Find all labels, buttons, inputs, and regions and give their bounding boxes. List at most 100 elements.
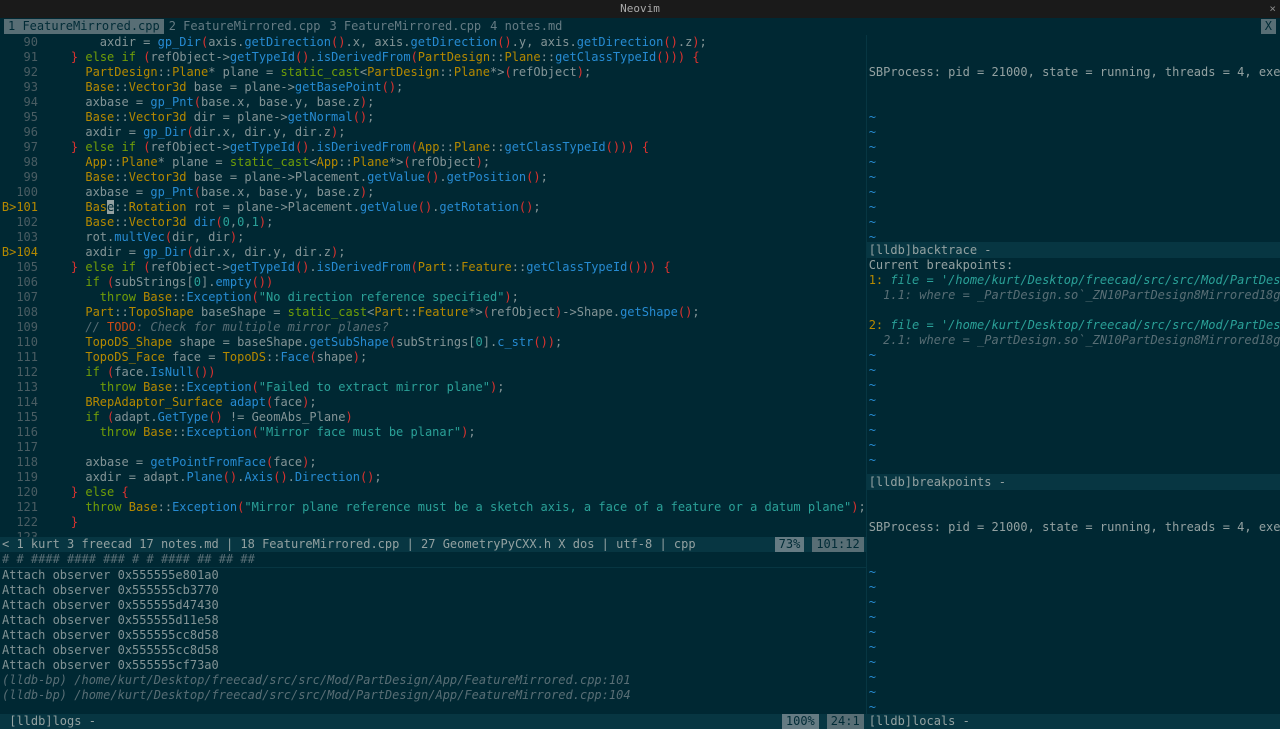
line-number[interactable]: 93 bbox=[0, 80, 42, 95]
line-number[interactable]: 114 bbox=[0, 395, 42, 410]
code-line[interactable]: 118 axbase = getPointFromFace(face); bbox=[0, 455, 866, 470]
breakpoint-gutter[interactable]: B>104 bbox=[0, 245, 42, 260]
code-line[interactable]: 95 Base::Vector3d dir = plane->getNormal… bbox=[0, 110, 866, 125]
code-line[interactable]: 106 if (subStrings[0].empty()) bbox=[0, 275, 866, 290]
code-line[interactable]: 93 Base::Vector3d base = plane->getBaseP… bbox=[0, 80, 866, 95]
line-number[interactable]: 117 bbox=[0, 440, 42, 455]
code-line[interactable]: 119 axdir = adapt.Plane().Axis().Directi… bbox=[0, 470, 866, 485]
code-text: axbase = gp_Pnt(base.x, base.y, base.z); bbox=[42, 185, 866, 200]
code-line[interactable]: 105 } else if (refObject->getTypeId().is… bbox=[0, 260, 866, 275]
empty-line-tilde: ~ bbox=[869, 423, 1280, 438]
empty-line-tilde: ~ bbox=[869, 363, 1280, 378]
code-line[interactable]: 96 axdir = gp_Dir(dir.x, dir.y, dir.z); bbox=[0, 125, 866, 140]
code-line[interactable]: 111 TopoDS_Face face = TopoDS::Face(shap… bbox=[0, 350, 866, 365]
log-pane[interactable]: Attach observer 0x555555e801a0Attach obs… bbox=[0, 567, 866, 729]
log-line: Attach observer 0x555555cc8d58 bbox=[2, 628, 864, 643]
line-number[interactable]: 112 bbox=[0, 365, 42, 380]
code-line[interactable]: 123 bbox=[0, 530, 866, 537]
line-number[interactable]: 105 bbox=[0, 260, 42, 275]
line-number[interactable]: 110 bbox=[0, 335, 42, 350]
line-number[interactable]: 121 bbox=[0, 500, 42, 515]
code-line[interactable]: B>104 axdir = gp_Dir(dir.x, dir.y, dir.z… bbox=[0, 245, 866, 260]
line-number[interactable]: 95 bbox=[0, 110, 42, 125]
code-line[interactable]: 109 // TODO: Check for multiple mirror p… bbox=[0, 320, 866, 335]
code-line[interactable]: 115 if (adapt.GetType() != GeomAbs_Plane… bbox=[0, 410, 866, 425]
code-text: TopoDS_Face face = TopoDS::Face(shape); bbox=[42, 350, 866, 365]
code-line[interactable]: 97 } else if (refObject->getTypeId().isD… bbox=[0, 140, 866, 155]
line-number[interactable]: 113 bbox=[0, 380, 42, 395]
line-number[interactable]: 92 bbox=[0, 65, 42, 80]
line-number[interactable]: 118 bbox=[0, 455, 42, 470]
empty-line-tilde: ~ bbox=[869, 200, 1280, 215]
line-number[interactable]: 99 bbox=[0, 170, 42, 185]
tab[interactable]: 1 FeatureMirrored.cpp bbox=[4, 19, 164, 34]
empty-line-tilde: ~ bbox=[869, 595, 1280, 610]
code-line[interactable]: 90 axdir = gp_Dir(axis.getDirection().x,… bbox=[0, 35, 866, 50]
code-line[interactable]: 121 throw Base::Exception("Mirror plane … bbox=[0, 500, 866, 515]
locals-pane[interactable]: SBProcess: pid = 21000, state = running,… bbox=[867, 490, 1280, 714]
code-line[interactable]: 94 axbase = gp_Pnt(base.x, base.y, base.… bbox=[0, 95, 866, 110]
line-number[interactable]: 98 bbox=[0, 155, 42, 170]
code-line[interactable]: 92 PartDesign::Plane* plane = static_cas… bbox=[0, 65, 866, 80]
code-line[interactable]: 112 if (face.IsNull()) bbox=[0, 365, 866, 380]
code-line[interactable]: 99 Base::Vector3d base = plane->Placemen… bbox=[0, 170, 866, 185]
process-info-2: SBProcess: pid = 21000, state = running,… bbox=[869, 520, 1280, 535]
code-line[interactable]: 100 axbase = gp_Pnt(base.x, base.y, base… bbox=[0, 185, 866, 200]
code-editor[interactable]: 90 axdir = gp_Dir(axis.getDirection().x,… bbox=[0, 35, 866, 537]
breakpoint-entry[interactable]: 1: file = '/home/kurt/Desktop/freecad/sr… bbox=[869, 273, 1280, 288]
code-line[interactable]: 91 } else if (refObject->getTypeId().isD… bbox=[0, 50, 866, 65]
empty-line-tilde: ~ bbox=[869, 185, 1280, 200]
empty-line-tilde: ~ bbox=[869, 140, 1280, 155]
code-line[interactable]: 103 rot.multVec(dir, dir); bbox=[0, 230, 866, 245]
tab[interactable]: 2 FeatureMirrored.cpp bbox=[165, 19, 325, 34]
statusline-editor: < 1 kurt 3 freecad 17 notes.md | 18 Feat… bbox=[0, 537, 866, 552]
statusline-left: < 1 kurt 3 freecad 17 notes.md | 18 Feat… bbox=[2, 537, 696, 552]
line-number[interactable]: 102 bbox=[0, 215, 42, 230]
code-line[interactable]: 113 throw Base::Exception("Failed to ext… bbox=[0, 380, 866, 395]
breakpoints-pane[interactable]: Current breakpoints:1: file = '/home/kur… bbox=[867, 258, 1280, 475]
line-number[interactable]: 122 bbox=[0, 515, 42, 530]
line-number[interactable]: 108 bbox=[0, 305, 42, 320]
code-text: } else if (refObject->getTypeId().isDeri… bbox=[42, 140, 866, 155]
code-line[interactable]: 116 throw Base::Exception("Mirror face m… bbox=[0, 425, 866, 440]
code-line[interactable]: 110 TopoDS_Shape shape = baseShape.getSu… bbox=[0, 335, 866, 350]
tab[interactable]: 3 FeatureMirrored.cpp bbox=[325, 19, 485, 34]
line-number[interactable]: 107 bbox=[0, 290, 42, 305]
empty-line-tilde: ~ bbox=[869, 438, 1280, 453]
code-line[interactable]: 120 } else { bbox=[0, 485, 866, 500]
line-number[interactable]: 111 bbox=[0, 350, 42, 365]
line-number[interactable]: 115 bbox=[0, 410, 42, 425]
breakpoint-gutter[interactable]: B>101 bbox=[0, 200, 42, 215]
code-text: axbase = gp_Pnt(base.x, base.y, base.z); bbox=[42, 95, 866, 110]
code-line[interactable]: 122 } bbox=[0, 515, 866, 530]
close-icon[interactable]: × bbox=[1269, 2, 1276, 16]
code-line[interactable]: 114 BRepAdaptor_Surface adapt(face); bbox=[0, 395, 866, 410]
code-line[interactable]: 117 bbox=[0, 440, 866, 455]
line-number[interactable]: 120 bbox=[0, 485, 42, 500]
line-number[interactable]: 96 bbox=[0, 125, 42, 140]
log-line: (lldb-bp) /home/kurt/Desktop/freecad/src… bbox=[2, 673, 864, 688]
line-number[interactable]: 116 bbox=[0, 425, 42, 440]
line-number[interactable]: 100 bbox=[0, 185, 42, 200]
line-number[interactable]: 123 bbox=[0, 530, 42, 537]
code-line[interactable]: B>101 Base::Rotation rot = plane->Placem… bbox=[0, 200, 866, 215]
backtrace-pane[interactable]: SBProcess: pid = 21000, state = running,… bbox=[867, 35, 1280, 243]
line-number[interactable]: 91 bbox=[0, 50, 42, 65]
breakpoint-entry[interactable]: 2: file = '/home/kurt/Desktop/freecad/sr… bbox=[869, 318, 1280, 333]
code-line[interactable]: 102 Base::Vector3d dir(0,0,1); bbox=[0, 215, 866, 230]
code-text: App::Plane* plane = static_cast<App::Pla… bbox=[42, 155, 866, 170]
line-number[interactable]: 90 bbox=[0, 35, 42, 50]
code-text: throw Base::Exception("Mirror face must … bbox=[42, 425, 866, 440]
tab-close-icon[interactable]: X bbox=[1261, 19, 1276, 34]
line-number[interactable]: 106 bbox=[0, 275, 42, 290]
line-number[interactable]: 94 bbox=[0, 95, 42, 110]
tab[interactable]: 4 notes.md bbox=[486, 19, 566, 34]
code-line[interactable]: 108 Part::TopoShape baseShape = static_c… bbox=[0, 305, 866, 320]
log-line: Attach observer 0x555555cb3770 bbox=[2, 583, 864, 598]
line-number[interactable]: 103 bbox=[0, 230, 42, 245]
line-number[interactable]: 109 bbox=[0, 320, 42, 335]
code-line[interactable]: 107 throw Base::Exception("No direction … bbox=[0, 290, 866, 305]
code-line[interactable]: 98 App::Plane* plane = static_cast<App::… bbox=[0, 155, 866, 170]
line-number[interactable]: 119 bbox=[0, 470, 42, 485]
line-number[interactable]: 97 bbox=[0, 140, 42, 155]
